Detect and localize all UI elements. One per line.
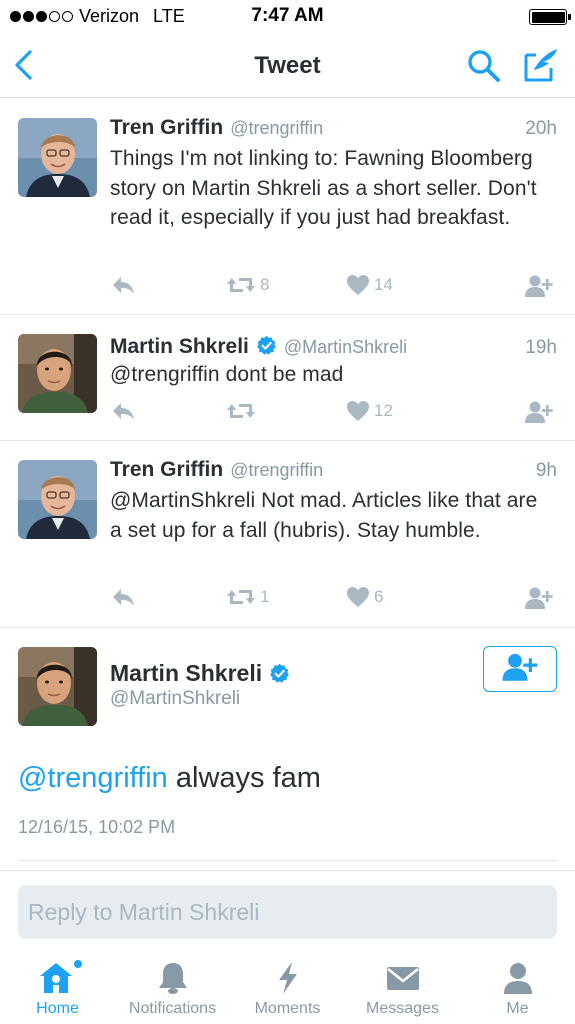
heart-icon: [346, 586, 370, 608]
notification-dot: [74, 960, 82, 968]
person-icon: [460, 960, 575, 996]
follow-user-icon: [524, 274, 554, 298]
follow-button[interactable]: [524, 400, 554, 424]
tweet-time: 19h: [525, 337, 557, 358]
tweet-actions: 1 6: [110, 586, 560, 612]
like-count: 12: [374, 401, 393, 420]
tweet-actions: 8 14: [110, 274, 560, 300]
like-count: 14: [374, 275, 393, 294]
retweet-count: 1: [260, 587, 270, 606]
retweet-button[interactable]: [226, 400, 260, 422]
follow-button[interactable]: [524, 274, 554, 298]
author-handle[interactable]: @MartinShkreli: [110, 688, 240, 710]
tweet-actions: 12: [110, 400, 560, 426]
like-button[interactable]: 14: [346, 274, 393, 296]
follow-button[interactable]: [524, 586, 554, 610]
battery-icon: [529, 9, 571, 25]
status-bar: Verizon LTE 7:47 AM: [0, 0, 575, 34]
search-icon[interactable]: [466, 48, 502, 84]
verified-badge-icon: [256, 335, 277, 356]
author-handle[interactable]: @trengriffin: [230, 118, 323, 139]
reply-button[interactable]: [110, 274, 136, 296]
retweet-button[interactable]: 1: [226, 586, 269, 608]
retweet-icon: [226, 586, 256, 608]
reply-icon: [110, 274, 136, 296]
tweet-header: Tren Griffin @trengriffin 20h: [110, 116, 557, 140]
tweet-time: 9h: [535, 460, 557, 481]
home-icon: [0, 960, 115, 996]
envelope-icon: [345, 960, 460, 996]
follow-user-icon: [524, 586, 554, 610]
heart-icon: [346, 400, 370, 422]
retweet-count: 8: [260, 275, 270, 294]
verified-badge-icon: [269, 663, 290, 684]
follow-button[interactable]: [483, 646, 557, 692]
like-button[interactable]: 12: [346, 400, 393, 422]
avatar[interactable]: [18, 334, 97, 413]
author-name[interactable]: Tren Griffin: [110, 116, 223, 140]
tweet-date: 12/16/15, 10:02 PM: [18, 817, 176, 837]
like-count: 6: [374, 587, 384, 606]
compose-tweet-icon[interactable]: [522, 46, 560, 84]
focused-tweet-text: @trengriffin always fam: [18, 762, 321, 795]
heart-icon: [346, 274, 370, 296]
tab-label: Me: [506, 1000, 529, 1017]
tab-home[interactable]: Home: [0, 952, 115, 1024]
tweet-text: @MartinShkreli Not mad. Articles like th…: [110, 489, 538, 542]
tweet-text: Things I'm not linking to: Fawning Bloom…: [110, 147, 537, 229]
retweet-icon: [226, 400, 256, 422]
retweet-icon: [226, 274, 256, 296]
tab-me[interactable]: Me: [460, 952, 575, 1024]
bell-icon: [115, 960, 230, 996]
author-handle[interactable]: @trengriffin: [230, 460, 323, 481]
reply-icon: [110, 586, 136, 608]
avatar[interactable]: [18, 118, 97, 197]
tab-moments[interactable]: Moments: [230, 952, 345, 1024]
like-button[interactable]: 6: [346, 586, 383, 608]
tweet-item[interactable]: Martin Shkreli @MartinShkreli 19h @treng…: [0, 315, 575, 441]
tweet-time: 20h: [525, 118, 557, 139]
tab-notifications[interactable]: Notifications: [115, 952, 230, 1024]
tweet-item[interactable]: Tren Griffin @trengriffin 20h Things I'm…: [0, 99, 575, 315]
author-name[interactable]: Martin Shkreli: [110, 335, 249, 359]
status-time: 7:47 AM: [251, 5, 324, 26]
reply-button[interactable]: [110, 400, 136, 422]
retweet-button[interactable]: 8: [226, 274, 269, 296]
nav-bar: Tweet: [0, 34, 575, 98]
follow-user-icon: [500, 652, 540, 687]
avatar[interactable]: [18, 647, 97, 726]
avatar[interactable]: [18, 460, 97, 539]
tab-messages[interactable]: Messages: [345, 952, 460, 1024]
author-handle[interactable]: @MartinShkreli: [284, 337, 407, 358]
tab-bar: Home Notifications Moments Messages Me: [0, 952, 575, 1024]
reply-bar: [0, 870, 575, 952]
author-name[interactable]: Tren Griffin: [110, 458, 223, 482]
mention-link[interactable]: @trengriffin: [18, 762, 168, 794]
reply-icon: [110, 400, 136, 422]
tweet-header: Martin Shkreli @MartinShkreli 19h: [110, 332, 557, 359]
reply-input[interactable]: [18, 885, 557, 939]
tweet-body: always fam: [167, 762, 321, 794]
focused-author[interactable]: Martin Shkreli: [110, 660, 290, 687]
tweet-header: Tren Griffin @trengriffin 9h: [110, 458, 557, 482]
tweet-item[interactable]: Tren Griffin @trengriffin 9h @MartinShkr…: [0, 441, 575, 628]
follow-user-icon: [524, 400, 554, 424]
divider: [18, 860, 557, 861]
tweet-text: @trengriffin dont be mad: [110, 363, 344, 386]
lightning-icon: [230, 960, 345, 996]
author-name[interactable]: Martin Shkreli: [110, 660, 262, 687]
reply-button[interactable]: [110, 586, 136, 608]
